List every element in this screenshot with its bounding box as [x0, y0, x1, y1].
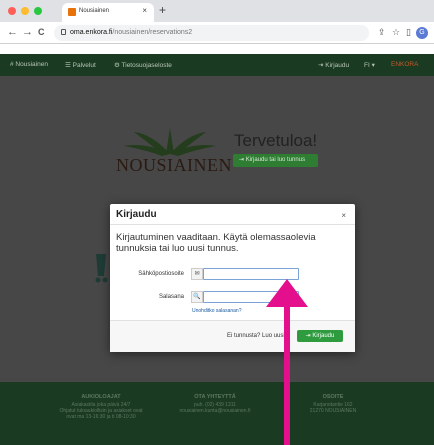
envelope-icon: ✉ [191, 268, 203, 280]
enkora-logo: ENKORA [391, 61, 419, 68]
site-footer: AUKIOLOAJAT Asiakastila joka päivä 24/7 … [0, 382, 434, 445]
window-minimize-button[interactable] [21, 7, 29, 15]
footer-contact: OTA YHTEYTTÄ puh. (02) 439 1311 nousiain… [160, 394, 270, 414]
sidebar-icon[interactable]: ▯ [406, 27, 411, 37]
login-modal: Kirjaudu × Kirjautuminen vaaditaan. Käyt… [110, 204, 355, 352]
back-button[interactable]: ← [7, 26, 18, 38]
nav-services-link[interactable]: ☰ Palvelut [65, 61, 96, 69]
footer-contact-title: OTA YHTEYTTÄ [194, 394, 236, 400]
nav-privacy-link[interactable]: ⚙ Tietosuojaseloste [114, 61, 172, 69]
profile-avatar[interactable]: G [416, 27, 428, 39]
bookmark-star-icon[interactable]: ☆ [392, 27, 400, 37]
url-domain: oma.enkora.fi [70, 29, 113, 36]
trolley-icon [95, 254, 108, 283]
tab-close-icon[interactable]: × [142, 6, 147, 15]
site-favicon-icon [68, 8, 76, 16]
hero-title: Tervetuloa! [234, 131, 318, 150]
hero-login-button[interactable]: ⇥ Kirjaudu tai luo tunnus [233, 154, 318, 167]
annotation-arrow-head [266, 279, 308, 307]
browser-tab-strip: Nousiainen × + [0, 0, 434, 22]
new-tab-button[interactable]: + [159, 3, 166, 17]
modal-title: Kirjaudu [116, 209, 157, 220]
footer-opening-title: AUKIOLOAJAT [81, 394, 121, 400]
footer-address-line: 21270 NOUSIAINEN [309, 408, 357, 414]
share-icon[interactable]: ⇪ [378, 27, 386, 37]
forward-button[interactable]: → [22, 26, 33, 38]
tab-title: Nousiainen [79, 8, 110, 14]
language-select[interactable]: FI ▾ [364, 61, 375, 69]
email-label: Sähköpostiosoite [138, 271, 184, 277]
footer-opening-line: ovat ma 13-16:30 ja ti 08-10:30 [66, 414, 136, 420]
window-close-button[interactable] [8, 7, 16, 15]
modal-close-icon[interactable]: × [341, 211, 346, 220]
footer-opening-hours: AUKIOLOAJAT Asiakastila joka päivä 24/7 … [46, 394, 156, 420]
forgot-password-link[interactable]: Unohditko salasanan? [192, 308, 241, 314]
annotation-arrow-shaft [284, 304, 290, 445]
url-path: /nousiainen/reservations2 [112, 29, 193, 36]
login-button[interactable]: ⇥ Kirjaudu [297, 330, 343, 342]
bookmark-bar [0, 44, 434, 54]
browser-tab[interactable]: Nousiainen × [62, 3, 154, 22]
footer-address: OSOITE Karjanotantie 162 21270 NOUSIAINE… [278, 394, 388, 414]
create-account-link[interactable]: Ei tunnusta? Luo uusi [227, 333, 285, 339]
lock-icon [61, 29, 66, 35]
footer-address-title: OSOITE [322, 394, 344, 400]
browser-toolbar: ← → C oma.enkora.fi/nousiainen/reservati… [0, 22, 434, 44]
window-maximize-button[interactable] [34, 7, 42, 15]
footer-email[interactable]: nousiainen.kunta@nousiainen.fi [160, 408, 270, 414]
reload-button[interactable]: C [38, 26, 45, 38]
modal-footer: Ei tunnusta? Luo uusi ⇥ Kirjaudu [110, 320, 355, 352]
hero-brand-name: NOUSIAINEN [116, 155, 232, 175]
modal-message: Kirjautuminen vaaditaan. Käytä olemassao… [116, 232, 316, 254]
address-bar[interactable]: oma.enkora.fi/nousiainen/reservations2 [54, 25, 369, 41]
key-icon: 🔍 [191, 291, 203, 303]
nav-login-link[interactable]: ⇥ Kirjaudu [318, 61, 349, 69]
password-label: Salasana [158, 294, 184, 300]
site-navbar: # Nousiainen ☰ Palvelut ⚙ Tietosuojaselo… [0, 54, 434, 76]
modal-header: Kirjaudu × [110, 204, 355, 225]
nav-home-link[interactable]: # Nousiainen [10, 61, 48, 68]
